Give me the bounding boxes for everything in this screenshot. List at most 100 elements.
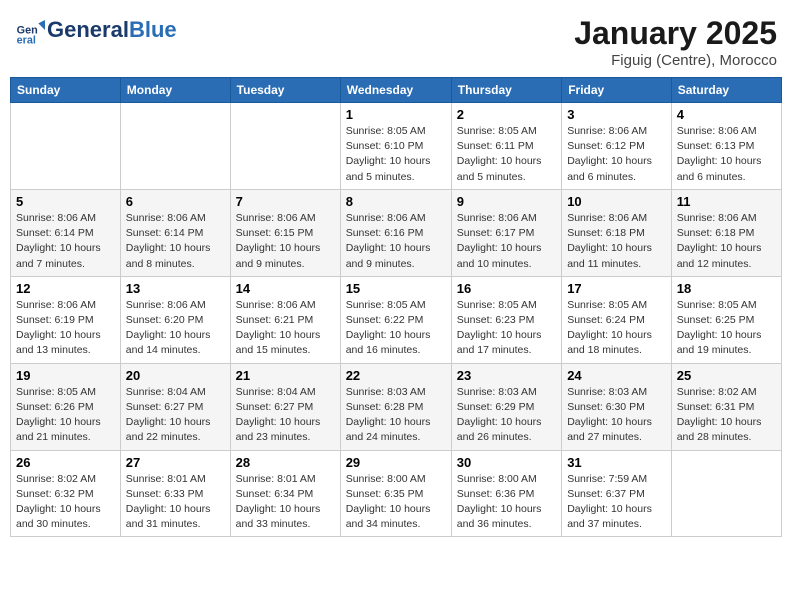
day-number: 21: [236, 368, 335, 383]
calendar-week-row: 26 Sunrise: 8:02 AMSunset: 6:32 PMDayligh…: [11, 450, 782, 537]
logo-blue-text: Blue: [129, 17, 177, 42]
calendar-week-row: 1Sunrise: 8:05 AMSunset: 6:10 PMDaylight…: [11, 103, 782, 190]
day-number: 1: [346, 107, 446, 122]
logo: Gen eral GeneralBlue: [15, 15, 177, 45]
day-number: 31: [567, 455, 666, 470]
calendar-cell: 9 Sunrise: 8:06 AMSunset: 6:17 PMDaylight…: [451, 189, 561, 276]
calendar-cell: 28 Sunrise: 8:01 AMSunset: 6:34 PMDayligh…: [230, 450, 340, 537]
calendar-cell: 7 Sunrise: 8:06 AMSunset: 6:15 PMDaylight…: [230, 189, 340, 276]
calendar-cell: 14 Sunrise: 8:06 AMSunset: 6:21 PMDayligh…: [230, 276, 340, 363]
calendar-header-saturday: Saturday: [671, 78, 781, 103]
day-number: 19: [16, 368, 115, 383]
day-info: Sunrise: 7:59 AMSunset: 6:37 PMDaylight:…: [567, 472, 666, 533]
calendar-cell: 6 Sunrise: 8:06 AMSunset: 6:14 PMDaylight…: [120, 189, 230, 276]
day-number: 7: [236, 194, 335, 209]
calendar-cell: 16 Sunrise: 8:05 AMSunset: 6:23 PMDayligh…: [451, 276, 561, 363]
logo-general-text: General: [47, 17, 129, 42]
day-number: 8: [346, 194, 446, 209]
day-number: 6: [126, 194, 225, 209]
day-info: Sunrise: 8:06 AMSunset: 6:21 PMDaylight:…: [236, 298, 335, 359]
day-number: 30: [457, 455, 556, 470]
day-info: Sunrise: 8:03 AMSunset: 6:29 PMDaylight:…: [457, 385, 556, 446]
calendar-week-row: 5 Sunrise: 8:06 AMSunset: 6:14 PMDaylight…: [11, 189, 782, 276]
day-number: 10: [567, 194, 666, 209]
day-number: 22: [346, 368, 446, 383]
day-info: Sunrise: 8:00 AMSunset: 6:35 PMDaylight:…: [346, 472, 446, 533]
calendar-cell: 11 Sunrise: 8:06 AMSunset: 6:18 PMDayligh…: [671, 189, 781, 276]
day-info: Sunrise: 8:05 AMSunset: 6:22 PMDaylight:…: [346, 298, 446, 359]
day-number: 18: [677, 281, 776, 296]
calendar-cell: 30 Sunrise: 8:00 AMSunset: 6:36 PMDayligh…: [451, 450, 561, 537]
calendar-cell: 18 Sunrise: 8:05 AMSunset: 6:25 PMDayligh…: [671, 276, 781, 363]
day-number: 28: [236, 455, 335, 470]
calendar-header-wednesday: Wednesday: [340, 78, 451, 103]
calendar-week-row: 19Sunrise: 8:05 AMSunset: 6:26 PMDayligh…: [11, 363, 782, 450]
day-info: Sunrise: 8:05 AMSunset: 6:11 PMDaylight:…: [457, 124, 556, 185]
day-info: Sunrise: 8:06 AMSunset: 6:13 PMDaylight:…: [677, 124, 776, 185]
day-info: Sunrise: 8:02 AMSunset: 6:31 PMDaylight:…: [677, 385, 776, 446]
day-info: Sunrise: 8:06 AMSunset: 6:16 PMDaylight:…: [346, 211, 446, 272]
day-info: Sunrise: 8:01 AMSunset: 6:34 PMDaylight:…: [236, 472, 335, 533]
calendar-cell: 5 Sunrise: 8:06 AMSunset: 6:14 PMDaylight…: [11, 189, 121, 276]
calendar-cell: 8 Sunrise: 8:06 AMSunset: 6:16 PMDaylight…: [340, 189, 451, 276]
calendar-header-tuesday: Tuesday: [230, 78, 340, 103]
calendar-cell: 26 Sunrise: 8:02 AMSunset: 6:32 PMDayligh…: [11, 450, 121, 537]
day-info: Sunrise: 8:03 AMSunset: 6:30 PMDaylight:…: [567, 385, 666, 446]
calendar-week-row: 12Sunrise: 8:06 AMSunset: 6:19 PMDayligh…: [11, 276, 782, 363]
day-number: 11: [677, 194, 776, 209]
calendar-header-sunday: Sunday: [11, 78, 121, 103]
day-number: 12: [16, 281, 115, 296]
day-info: Sunrise: 8:05 AMSunset: 6:24 PMDaylight:…: [567, 298, 666, 359]
day-info: Sunrise: 8:06 AMSunset: 6:18 PMDaylight:…: [567, 211, 666, 272]
day-info: Sunrise: 8:06 AMSunset: 6:12 PMDaylight:…: [567, 124, 666, 185]
calendar-cell: [11, 103, 121, 190]
day-number: 5: [16, 194, 115, 209]
calendar-cell: 15 Sunrise: 8:05 AMSunset: 6:22 PMDayligh…: [340, 276, 451, 363]
calendar-cell: 2 Sunrise: 8:05 AMSunset: 6:11 PMDaylight…: [451, 103, 561, 190]
calendar-cell: 10 Sunrise: 8:06 AMSunset: 6:18 PMDayligh…: [562, 189, 672, 276]
calendar-cell: 24 Sunrise: 8:03 AMSunset: 6:30 PMDayligh…: [562, 363, 672, 450]
calendar-cell: 19Sunrise: 8:05 AMSunset: 6:26 PMDayligh…: [11, 363, 121, 450]
day-info: Sunrise: 8:01 AMSunset: 6:33 PMDaylight:…: [126, 472, 225, 533]
calendar-cell: 23Sunrise: 8:03 AMSunset: 6:29 PMDayligh…: [451, 363, 561, 450]
calendar-cell: [671, 450, 781, 537]
day-number: 13: [126, 281, 225, 296]
day-number: 2: [457, 107, 556, 122]
month-title: January 2025: [574, 15, 777, 52]
day-number: 24: [567, 368, 666, 383]
calendar-cell: 21Sunrise: 8:04 AMSunset: 6:27 PMDayligh…: [230, 363, 340, 450]
day-info: Sunrise: 8:00 AMSunset: 6:36 PMDaylight:…: [457, 472, 556, 533]
day-number: 26: [16, 455, 115, 470]
calendar-cell: 20Sunrise: 8:04 AMSunset: 6:27 PMDayligh…: [120, 363, 230, 450]
day-info: Sunrise: 8:02 AMSunset: 6:32 PMDaylight:…: [16, 472, 115, 533]
day-number: 17: [567, 281, 666, 296]
calendar-cell: 29Sunrise: 8:00 AMSunset: 6:35 PMDayligh…: [340, 450, 451, 537]
calendar-table: SundayMondayTuesdayWednesdayThursdayFrid…: [10, 77, 782, 537]
calendar-cell: 17 Sunrise: 8:05 AMSunset: 6:24 PMDayligh…: [562, 276, 672, 363]
day-info: Sunrise: 8:06 AMSunset: 6:14 PMDaylight:…: [126, 211, 225, 272]
day-info: Sunrise: 8:05 AMSunset: 6:23 PMDaylight:…: [457, 298, 556, 359]
day-info: Sunrise: 8:03 AMSunset: 6:28 PMDaylight:…: [346, 385, 446, 446]
calendar-cell: 27Sunrise: 8:01 AMSunset: 6:33 PMDayligh…: [120, 450, 230, 537]
calendar-header-thursday: Thursday: [451, 78, 561, 103]
day-info: Sunrise: 8:05 AMSunset: 6:25 PMDaylight:…: [677, 298, 776, 359]
day-info: Sunrise: 8:06 AMSunset: 6:18 PMDaylight:…: [677, 211, 776, 272]
calendar-cell: 1Sunrise: 8:05 AMSunset: 6:10 PMDaylight…: [340, 103, 451, 190]
day-info: Sunrise: 8:06 AMSunset: 6:20 PMDaylight:…: [126, 298, 225, 359]
calendar-header-monday: Monday: [120, 78, 230, 103]
day-number: 9: [457, 194, 556, 209]
page-header: Gen eral GeneralBlue January 2025 Figuig…: [10, 10, 782, 69]
calendar-cell: 31 Sunrise: 7:59 AMSunset: 6:37 PMDayligh…: [562, 450, 672, 537]
calendar-cell: 3Sunrise: 8:06 AMSunset: 6:12 PMDaylight…: [562, 103, 672, 190]
day-number: 14: [236, 281, 335, 296]
calendar-header-row: SundayMondayTuesdayWednesdayThursdayFrid…: [11, 78, 782, 103]
logo-icon: Gen eral: [15, 15, 45, 45]
day-info: Sunrise: 8:06 AMSunset: 6:17 PMDaylight:…: [457, 211, 556, 272]
day-info: Sunrise: 8:06 AMSunset: 6:14 PMDaylight:…: [16, 211, 115, 272]
day-number: 15: [346, 281, 446, 296]
day-number: 16: [457, 281, 556, 296]
day-number: 25: [677, 368, 776, 383]
day-info: Sunrise: 8:04 AMSunset: 6:27 PMDaylight:…: [126, 385, 225, 446]
day-info: Sunrise: 8:06 AMSunset: 6:15 PMDaylight:…: [236, 211, 335, 272]
calendar-cell: 4Sunrise: 8:06 AMSunset: 6:13 PMDaylight…: [671, 103, 781, 190]
